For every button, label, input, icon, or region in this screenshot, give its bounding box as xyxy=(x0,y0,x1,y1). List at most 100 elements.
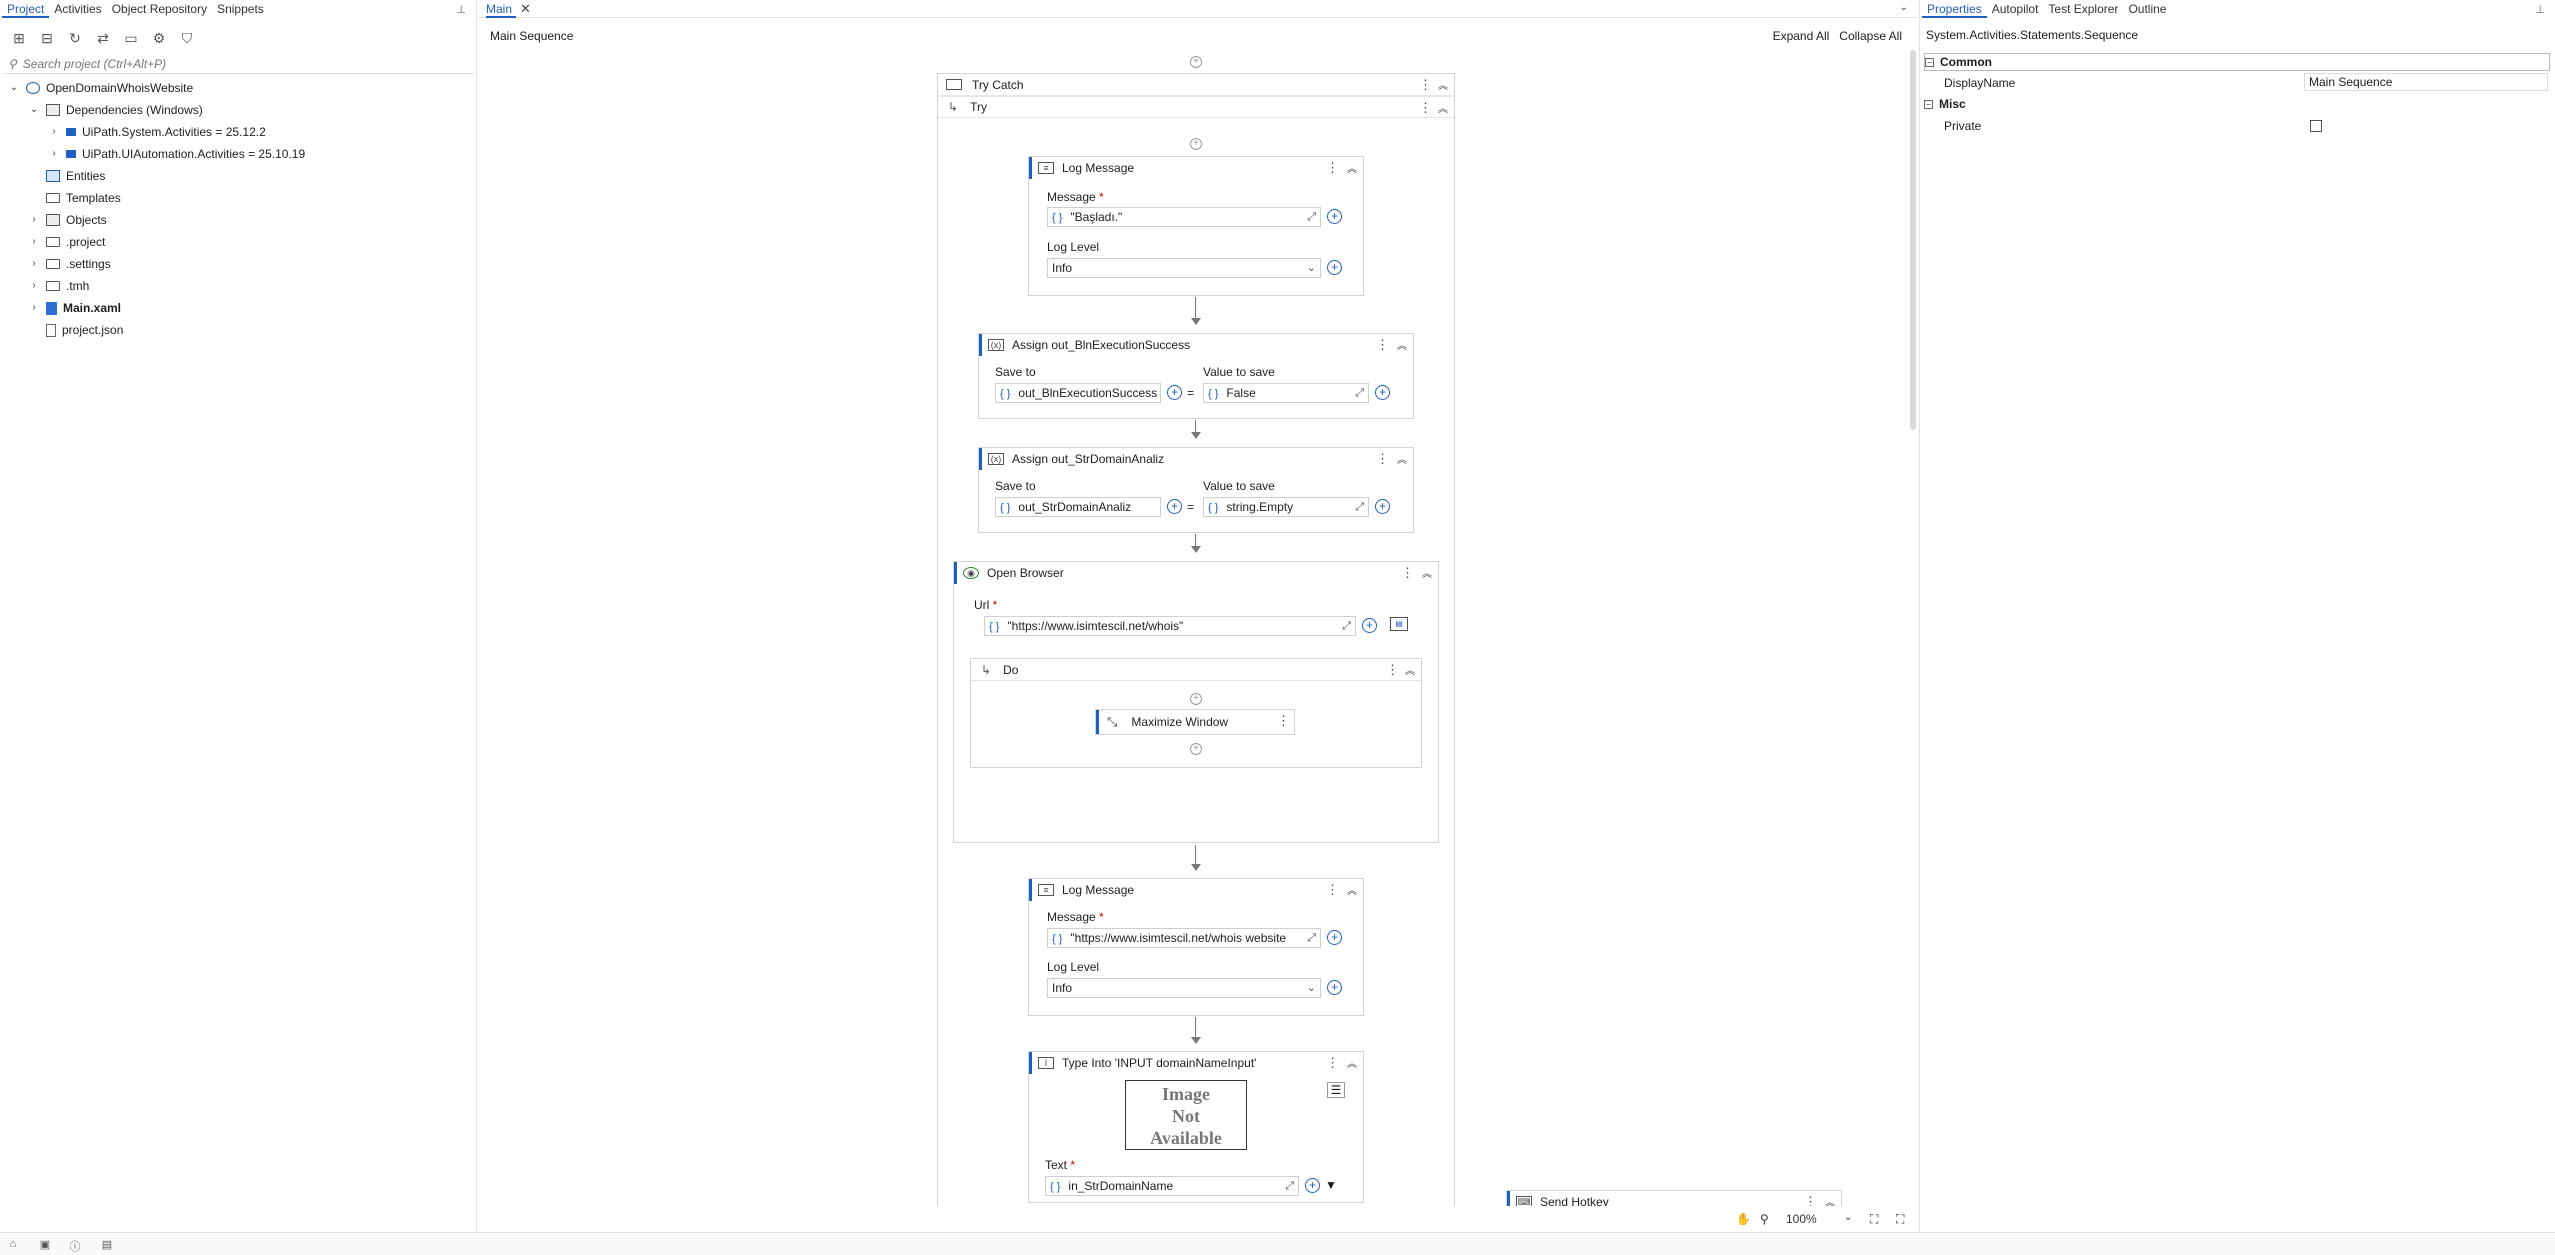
log-level-select[interactable]: Info ⌄ xyxy=(1047,978,1321,998)
caret-down-icon[interactable]: ▼ xyxy=(1325,1178,1337,1192)
collapse-icon[interactable]: ︽ xyxy=(1397,337,1407,352)
tab-outline[interactable]: Outline xyxy=(2123,0,2171,18)
plus-icon[interactable]: + xyxy=(1327,260,1342,275)
collapse-icon[interactable]: ︽ xyxy=(1347,1055,1357,1070)
add-activity-icon[interactable]: + xyxy=(1190,743,1202,755)
collapse-icon[interactable]: ︽ xyxy=(1438,77,1448,92)
panels-icon[interactable]: ▤ xyxy=(100,1238,114,1251)
search-input[interactable]: Search project (Ctrl+Alt+P) xyxy=(23,57,166,71)
fit-to-screen-icon[interactable]: ⛶ xyxy=(1870,1212,1878,1227)
chevron-down-icon[interactable]: ⌄ xyxy=(1844,1212,1852,1223)
tree-item-entities[interactable]: Entities xyxy=(28,166,105,186)
collapse-all-icon[interactable]: ⊟ xyxy=(38,30,56,46)
plus-icon[interactable]: + xyxy=(1375,499,1390,514)
expand-all-icon[interactable]: ⊞ xyxy=(10,30,28,46)
tab-object-repository[interactable]: Object Repository xyxy=(107,0,212,18)
expand-editor-icon[interactable]: ⤢ xyxy=(1307,208,1316,226)
hand-tool-icon[interactable]: ✋ xyxy=(1736,1212,1751,1226)
full-screen-icon[interactable]: ⛶ xyxy=(1896,1212,1904,1227)
tab-autopilot[interactable]: Autopilot xyxy=(1987,0,2044,18)
plus-icon[interactable]: + xyxy=(1327,930,1342,945)
collapse-section-icon[interactable]: − xyxy=(1925,57,1934,67)
gear-icon[interactable]: ⚙ xyxy=(150,30,168,46)
chevron-down-icon[interactable]: ⌄ xyxy=(1307,979,1316,997)
more-options-icon[interactable]: ⋮ xyxy=(1376,337,1389,353)
tab-project[interactable]: Project xyxy=(2,0,50,18)
tree-item-project-folder[interactable]: › .project xyxy=(28,232,105,252)
chevron-right-icon[interactable]: › xyxy=(28,276,40,296)
plus-icon[interactable]: + xyxy=(1167,499,1182,514)
chevron-right-icon[interactable]: › xyxy=(28,210,40,230)
save-to-field[interactable]: { } out_BlnExecutionSuccess xyxy=(995,383,1161,403)
debug-icon[interactable]: ▣ xyxy=(38,1238,52,1251)
collapse-icon[interactable]: ︽ xyxy=(1347,882,1357,897)
search-project[interactable]: ⚲ Search project (Ctrl+Alt+P) xyxy=(4,54,474,74)
expand-editor-icon[interactable]: ⤢ xyxy=(1307,929,1316,947)
chevron-down-icon[interactable]: ⌄ xyxy=(8,78,20,98)
text-field[interactable]: { } in_StrDomainName ⤢ xyxy=(1045,1176,1299,1196)
save-to-field[interactable]: { } out_StrDomainAnaliz xyxy=(995,497,1161,517)
plus-icon[interactable]: + xyxy=(1375,385,1390,400)
collapse-icon[interactable]: ︽ xyxy=(1405,662,1415,677)
open-folder-icon[interactable]: ▭ xyxy=(122,30,140,46)
more-options-icon[interactable]: ⋮ xyxy=(1401,565,1414,581)
pin-icon[interactable]: ⊥ xyxy=(2535,3,2545,16)
plus-icon[interactable]: + xyxy=(1362,618,1377,633)
more-options-icon[interactable]: ⋮ xyxy=(1326,1055,1339,1071)
info-icon[interactable]: ⓘ xyxy=(68,1238,82,1253)
chevron-right-icon[interactable]: › xyxy=(48,122,60,142)
collapse-section-icon[interactable]: − xyxy=(1924,99,1933,109)
expand-editor-icon[interactable]: ⤢ xyxy=(1342,617,1351,635)
tab-test-explorer[interactable]: Test Explorer xyxy=(2043,0,2123,18)
plus-icon[interactable]: + xyxy=(1327,209,1342,224)
tree-item-tmh-folder[interactable]: › .tmh xyxy=(28,276,89,296)
zoom-level[interactable]: 100% xyxy=(1786,1212,1817,1226)
tree-item-dependencies[interactable]: ⌄ Dependencies (Windows) xyxy=(28,100,203,120)
section-common[interactable]: − Common xyxy=(1924,53,2550,71)
log-message-activity[interactable]: ≡ Log Message ⋮ ︽ Message * { } "Başladı.… xyxy=(1028,156,1364,296)
zoom-icon[interactable]: ⚲ xyxy=(1760,1212,1769,1226)
expand-editor-icon[interactable]: ⤢ xyxy=(1355,498,1364,516)
tab-properties[interactable]: Properties xyxy=(1922,0,1987,18)
log-message-activity[interactable]: ≡ Log Message ⋮ ︽ Message * { } "https://… xyxy=(1028,878,1364,1016)
plus-icon[interactable]: + xyxy=(1305,1178,1320,1193)
value-to-save-field[interactable]: { } False ⤢ xyxy=(1203,383,1369,403)
more-options-icon[interactable]: ⋮ xyxy=(1376,451,1389,467)
tree-item-root[interactable]: ⌄ OpenDomainWhoisWebsite xyxy=(8,78,193,98)
expand-editor-icon[interactable]: ⤢ xyxy=(1355,384,1364,402)
indicate-browser-icon[interactable]: ▤ xyxy=(1390,617,1408,631)
tree-item-dependency[interactable]: › UiPath.UIAutomation.Activities = 25.10… xyxy=(48,144,305,164)
chevron-right-icon[interactable]: › xyxy=(28,232,40,252)
breadcrumb[interactable]: Main Sequence xyxy=(490,28,573,44)
add-activity-icon[interactable]: + xyxy=(1190,693,1202,705)
more-options-icon[interactable]: ⋮ xyxy=(1277,713,1290,729)
assign-activity[interactable]: (x) Assign out_StrDomainAnaliz ⋮ ︽ Save … xyxy=(978,447,1414,533)
private-checkbox[interactable] xyxy=(2310,120,2322,132)
add-activity-icon[interactable]: + xyxy=(1190,138,1202,150)
collapse-all-link[interactable]: Collapse All xyxy=(1839,28,1902,44)
chevron-right-icon[interactable]: › xyxy=(28,298,40,318)
expand-editor-icon[interactable]: ⤢ xyxy=(1285,1177,1294,1195)
assign-activity[interactable]: (x) Assign out_BlnExecutionSuccess ⋮ ︽ S… xyxy=(978,333,1414,419)
more-options-icon[interactable]: ⋮ xyxy=(1419,100,1432,116)
tab-snippets[interactable]: Snippets xyxy=(212,0,269,18)
display-name-field[interactable]: Main Sequence xyxy=(2304,73,2548,91)
tree-item-main-xaml[interactable]: › Main.xaml xyxy=(28,298,121,318)
more-options-icon[interactable]: ⋮ xyxy=(1804,1194,1817,1206)
message-field[interactable]: { } "https://www.isimtescil.net/whois web… xyxy=(1047,928,1321,948)
output-icon[interactable]: ⌂ xyxy=(6,1238,20,1251)
collapse-icon[interactable]: ︽ xyxy=(1422,565,1432,580)
tree-item-dependency[interactable]: › UiPath.System.Activities = 25.12.2 xyxy=(48,122,265,142)
collapse-icon[interactable]: ︽ xyxy=(1347,160,1357,175)
add-activity-icon[interactable]: + xyxy=(1190,56,1202,68)
message-field[interactable]: { } "Başladı." ⤢ xyxy=(1047,207,1321,227)
pin-icon[interactable]: ⊥ xyxy=(456,3,466,16)
maximize-window-activity[interactable]: ⤡ Maximize Window ⋮ xyxy=(1095,709,1295,735)
refresh-icon[interactable]: ↻ xyxy=(66,30,84,46)
close-icon[interactable]: ✕ xyxy=(520,0,531,18)
open-browser-activity[interactable]: ◉ Open Browser ⋮ ︽ Url * { } "https://www… xyxy=(953,561,1439,843)
chevron-right-icon[interactable]: › xyxy=(28,254,40,274)
tree-item-objects[interactable]: › Objects xyxy=(28,210,106,230)
more-options-icon[interactable]: ⋮ xyxy=(1326,882,1339,898)
chevron-down-icon[interactable]: ⌄ xyxy=(1307,259,1316,277)
